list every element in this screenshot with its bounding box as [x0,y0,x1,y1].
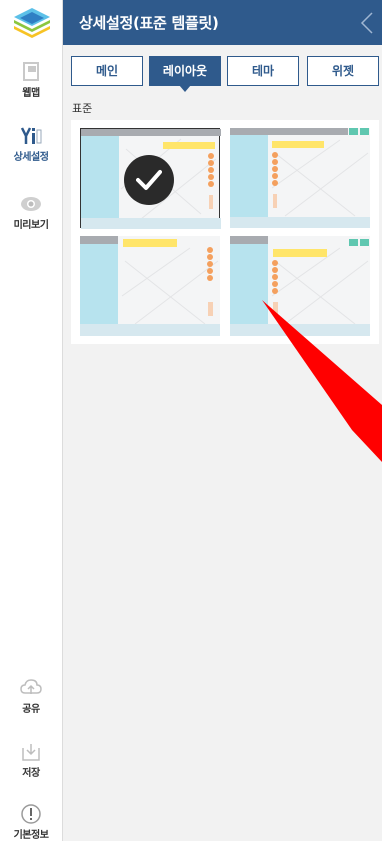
layout-preview-3 [80,236,220,336]
detail-settings-icon [20,127,42,144]
share-cloud-icon [20,679,42,694]
rail-item-preview[interactable]: 미리보기 [0,194,62,231]
preview-eye-icon [21,197,41,211]
settings-tabs: 메인 레이아웃 테마 위젯 [71,56,379,92]
rail-label-basic-info: 기본정보 [13,830,49,841]
rail-label-save: 저장 [22,768,40,779]
collapse-chevron-left-icon[interactable] [360,11,374,35]
webmap-icon [23,62,39,81]
rail-label-preview: 미리보기 [13,220,49,231]
layout-thumbnail-3[interactable] [80,236,220,336]
tab-main[interactable]: 메인 [71,56,143,86]
section-label-standard: 표준 [72,102,93,115]
rail-label-detail-settings: 상세설정 [13,152,49,163]
layout-gallery [71,120,379,344]
layout-thumbnail-4[interactable] [230,236,370,336]
rail-item-webmap[interactable]: 웹맵 [0,62,62,99]
layout-thumbnail-1[interactable] [80,128,221,229]
layout-preview-4 [230,236,370,336]
rail-item-save[interactable]: 저장 [0,742,62,779]
rail-label-webmap: 웹맵 [22,88,40,99]
layout-preview-2 [230,128,370,228]
left-rail: 웹맵 상세설정 미리보기 공유 저장 기본정보 [0,0,63,841]
rail-item-basic-info[interactable]: 기본정보 [0,804,62,841]
info-icon [21,804,41,824]
save-icon [22,744,40,761]
panel-header: 상세설정(표준 템플릿) [63,0,382,45]
app-logo-icon [14,8,50,38]
selected-checkmark-icon [124,155,174,205]
tab-widget[interactable]: 위젯 [307,56,379,86]
rail-item-share[interactable]: 공유 [0,678,62,715]
rail-label-share: 공유 [22,704,40,715]
settings-panel: 상세설정(표준 템플릿) 메인 레이아웃 테마 위젯 표준 [63,0,382,841]
panel-title: 상세설정(표준 템플릿) [79,14,219,32]
layout-thumbnail-2[interactable] [230,128,370,228]
tab-theme[interactable]: 테마 [227,56,299,86]
rail-item-detail-settings[interactable]: 상세설정 [0,126,62,163]
tab-layout[interactable]: 레이아웃 [149,56,221,92]
